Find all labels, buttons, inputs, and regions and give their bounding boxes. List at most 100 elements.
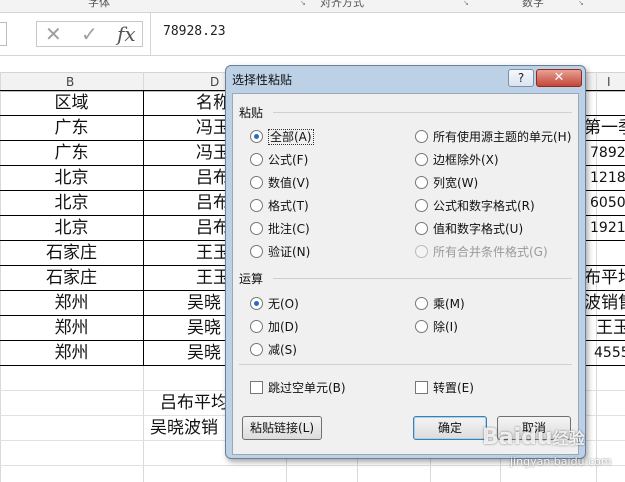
group-separator (273, 278, 572, 279)
radio-icon[interactable] (415, 222, 428, 235)
column-header-d[interactable]: D (210, 75, 219, 89)
cell-name[interactable]: 吕布 (196, 166, 225, 190)
column-header-i[interactable]: I (607, 75, 611, 89)
insert-function-icon[interactable]: fx (117, 22, 136, 46)
cell-region[interactable]: 郑州 (0, 316, 143, 340)
cell-name[interactable]: 吕布 (196, 191, 225, 215)
checkbox-skip-blanks[interactable]: 跳过空单元(B) (250, 379, 346, 396)
help-button[interactable]: ? (508, 69, 534, 87)
cell-name[interactable]: 吴晓 (187, 341, 225, 365)
radio-paste-formulas[interactable]: 公式(F) (250, 151, 308, 168)
dialog-launcher-icon[interactable]: ↘ (578, 0, 584, 7)
ribbon-group-font: 字体 (88, 0, 110, 9)
cell-clipped[interactable]: 第一季 (584, 116, 625, 140)
dialog-body: 粘贴 全部(A) 公式(F) 数值(V) 格式(T) 批注(C) 验证(N) 所… (232, 93, 579, 455)
cell-clipped[interactable]: 1218 (590, 166, 625, 190)
cell-region[interactable]: 北京 (0, 191, 143, 215)
formula-input[interactable]: 78928.23 (150, 13, 625, 55)
cell-name[interactable]: 王玉 (196, 266, 225, 290)
formula-buttons: ✕ ✓ fx (36, 21, 143, 47)
radio-icon[interactable] (250, 176, 263, 189)
radio-paste-formulas-number-formats[interactable]: 公式和数字格式(R) (415, 197, 535, 214)
cell-clipped[interactable]: 7892 (590, 141, 625, 165)
paste-link-button[interactable]: 粘贴链接(L) (242, 416, 322, 440)
formula-bar: ✕ ✓ fx 78928.23 (0, 13, 625, 56)
radio-icon[interactable] (250, 245, 263, 258)
watermark-brand-suffix: 经验 (552, 429, 585, 448)
cell-name[interactable]: 吴晓 (187, 316, 225, 340)
cell-clipped[interactable]: 6050 (590, 191, 625, 215)
watermark-brand: Baidu (482, 425, 553, 450)
cell-region[interactable]: 北京 (0, 166, 143, 190)
radio-paste-column-widths[interactable]: 列宽(W) (415, 174, 478, 191)
dialog-launcher-icon[interactable]: ↘ (463, 0, 469, 7)
radio-icon[interactable] (250, 199, 263, 212)
ribbon-group-alignment: 对齐方式 (320, 0, 364, 9)
checkbox-icon[interactable] (415, 381, 428, 394)
cell-clipped[interactable]: 1921 (590, 216, 625, 240)
cell-region[interactable]: 石家庄 (0, 266, 143, 290)
radio-icon[interactable] (250, 222, 263, 235)
radio-paste-source-theme[interactable]: 所有使用源主题的单元(H) (415, 128, 571, 145)
group-separator (273, 112, 572, 113)
radio-op-subtract[interactable]: 减(S) (250, 341, 297, 358)
cell-name-header[interactable]: 名称 (196, 91, 225, 115)
checkbox-icon[interactable] (250, 381, 263, 394)
radio-paste-values-number-formats[interactable]: 值和数字格式(U) (415, 220, 523, 237)
cell-clipped[interactable]: 4555 (594, 341, 625, 365)
cell-region[interactable]: 郑州 (0, 291, 143, 315)
radio-op-add[interactable]: 加(D) (250, 318, 299, 335)
radio-paste-validation[interactable]: 验证(N) (250, 243, 310, 260)
radio-icon[interactable] (250, 153, 263, 166)
cell-region-header[interactable]: 区域 (0, 91, 143, 115)
operation-group-label: 运算 (239, 272, 264, 286)
cell-summary-label[interactable]: 吴晓波销 (150, 416, 225, 440)
radio-op-divide[interactable]: 除(I) (415, 318, 458, 335)
cell-name[interactable]: 冯玉 (196, 141, 225, 165)
enter-icon[interactable]: ✓ (81, 22, 98, 46)
paste-special-dialog: 选择性粘贴 ? ✕ 粘贴 全部(A) 公式(F) 数值(V) 格式(T) 批注(… (225, 65, 586, 459)
radio-paste-values[interactable]: 数值(V) (250, 174, 310, 191)
radio-icon[interactable] (250, 320, 263, 333)
column-header-b[interactable]: B (66, 75, 74, 89)
close-button[interactable]: ✕ (536, 69, 582, 87)
radio-paste-comments[interactable]: 批注(C) (250, 220, 310, 237)
ribbon-strip: 字体 ↘ 对齐方式 ↘ 数字 ↘ (0, 0, 625, 13)
name-box[interactable] (0, 22, 7, 46)
watermark-logo: Baidu经验 (482, 425, 585, 450)
ok-button[interactable]: 确定 (413, 416, 487, 440)
cell-clipped[interactable]: 王玉 (596, 316, 625, 340)
cell-name[interactable]: 吴晓 (187, 291, 225, 315)
cell-region[interactable]: 郑州 (0, 341, 143, 365)
radio-paste-all[interactable]: 全部(A) (250, 128, 314, 145)
radio-op-none[interactable]: 无(O) (250, 295, 299, 312)
ribbon-group-number: 数字 (522, 0, 544, 9)
radio-icon[interactable] (415, 297, 428, 310)
cell-region[interactable]: 广东 (0, 116, 143, 140)
dialog-launcher-icon[interactable]: ↘ (300, 0, 306, 7)
cell-region[interactable]: 广东 (0, 141, 143, 165)
cell-name[interactable]: 王玉 (196, 241, 225, 265)
radio-icon (415, 245, 428, 258)
radio-icon[interactable] (415, 176, 428, 189)
radio-paste-except-borders[interactable]: 边框除外(X) (415, 151, 499, 168)
cell-region[interactable]: 北京 (0, 216, 143, 240)
radio-op-multiply[interactable]: 乘(M) (415, 295, 465, 312)
cell-summary-label[interactable]: 吕布平均 (160, 391, 225, 415)
cell-region[interactable]: 石家庄 (0, 241, 143, 265)
radio-icon[interactable] (250, 343, 263, 356)
radio-selected-icon[interactable] (250, 130, 263, 143)
radio-paste-formats[interactable]: 格式(T) (250, 197, 309, 214)
radio-icon[interactable] (415, 320, 428, 333)
group-separator (239, 364, 572, 365)
cancel-icon[interactable]: ✕ (45, 22, 62, 46)
cell-clipped[interactable]: 布平均 (584, 266, 625, 290)
radio-selected-icon[interactable] (250, 297, 263, 310)
radio-icon[interactable] (415, 153, 428, 166)
radio-icon[interactable] (415, 130, 428, 143)
cell-clipped[interactable]: 波销售 (584, 291, 625, 315)
checkbox-transpose[interactable]: 转置(E) (415, 379, 474, 396)
cell-name[interactable]: 冯玉 (196, 116, 225, 140)
radio-icon[interactable] (415, 199, 428, 212)
cell-name[interactable]: 吕布 (196, 216, 225, 240)
